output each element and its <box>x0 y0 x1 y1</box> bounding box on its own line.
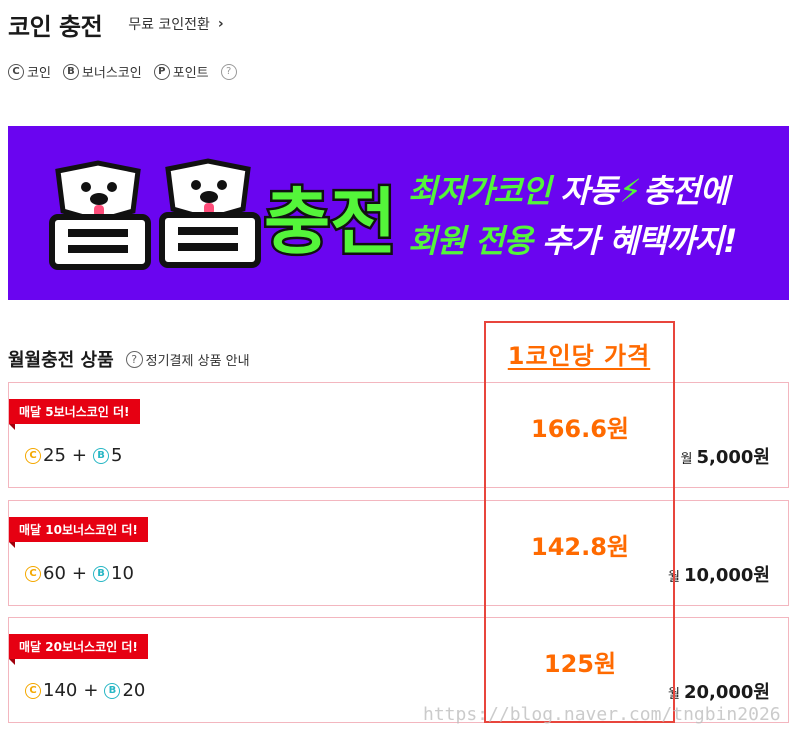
monthly-price-value: 10,000원 <box>683 565 770 586</box>
bonus-coin-icon: B <box>62 63 79 80</box>
monthly-charge-banner[interactable]: 충전 최저가코인 자동⚡충전에 회원 전용 추가 혜택까지! <box>8 126 789 300</box>
monthly-price-value: 5,000원 <box>696 447 771 468</box>
help-icon[interactable]: ? <box>125 350 143 368</box>
dog-face-icon <box>165 158 251 222</box>
banner-headline-1: 최저가코인 자동⚡충전에 <box>408 166 729 212</box>
page-header: 코인 충전 무료 코인전환 › <box>8 4 788 44</box>
coin-icon: C <box>25 682 41 699</box>
point-icon: P <box>153 63 170 80</box>
banner-text-member: 회원 전용 <box>408 222 533 260</box>
legend-help-icon[interactable]: ? <box>220 63 237 80</box>
banner-text-benefit: 추가 혜택까지! <box>542 222 737 260</box>
product-card[interactable]: 매달 10보너스코인 더! C 60 + B 10 142.8원 월 10,00… <box>8 500 789 606</box>
lightning-icon: ⚡ <box>619 172 641 210</box>
coin-legend: C 코인 B 보너스코인 P 포인트 ? <box>8 62 237 81</box>
legend-point: P 포인트 <box>153 62 209 81</box>
plus-sign: + <box>71 563 87 584</box>
banner-headline-2: 회원 전용 추가 혜택까지! <box>408 216 737 262</box>
free-coin-convert-link[interactable]: 무료 코인전환 › <box>128 14 224 34</box>
monthly-price-value: 20,000원 <box>683 682 770 703</box>
bonus-badge: 매달 10보너스코인 더! <box>9 517 148 548</box>
bonus-coin-count: 5 <box>111 445 123 466</box>
legend-bonus-label: 보너스코인 <box>81 66 142 81</box>
coin-icon: C <box>25 447 41 464</box>
coin-amount: C 140 + B 20 <box>25 680 145 701</box>
legend-coin-label: 코인 <box>27 66 51 81</box>
banner-logo-image: 충전 <box>49 158 399 270</box>
section-header: 월월충전 상품 ? 정기결제 상품 안내 <box>8 346 250 372</box>
bonus-coin-icon: B <box>104 682 121 699</box>
banner-text-charge: 충전에 <box>642 172 729 210</box>
plus-sign: + <box>83 680 99 701</box>
bonus-coin-count: 20 <box>122 680 146 701</box>
subscription-info-link[interactable]: 정기결제 상품 안내 <box>146 350 250 369</box>
legend-point-label: 포인트 <box>172 66 209 81</box>
coin-amount: C 25 + B 5 <box>25 445 122 466</box>
coin-count: 25 <box>43 445 66 466</box>
unit-price: 125원 <box>543 650 617 678</box>
monthly-label: 월 <box>668 687 680 702</box>
dog-face-icon <box>55 160 141 224</box>
coin-icon: C <box>25 565 41 582</box>
coin-count: 60 <box>43 563 66 584</box>
unit-price-column-label: 1코인당 가격 <box>507 342 651 370</box>
coin-count: 140 <box>43 680 78 701</box>
section-title: 월월충전 상품 <box>8 350 114 371</box>
legend-coin: C 코인 <box>8 62 51 81</box>
coin-amount: C 60 + B 10 <box>25 563 134 584</box>
banner-text-lowest-price: 최저가코인 <box>408 172 551 210</box>
unit-price-column-title: 1코인당 가격 <box>484 336 674 371</box>
page-title: 코인 충전 <box>8 12 103 41</box>
bonus-coin-icon: B <box>93 565 109 582</box>
monthly-price: 월 10,000원 <box>668 561 770 587</box>
coin-icon: C <box>8 63 24 80</box>
chevron-right-icon: › <box>217 16 224 32</box>
bonus-badge: 매달 20보너스코인 더! <box>9 634 148 665</box>
monthly-label: 월 <box>680 452 693 467</box>
free-coin-convert-label: 무료 코인전환 <box>128 17 210 33</box>
bonus-badge: 매달 5보너스코인 더! <box>9 399 140 430</box>
plus-sign: + <box>71 445 87 466</box>
banner-text-auto: 자동 <box>560 172 618 210</box>
monthly-price: 월 20,000원 <box>668 678 770 704</box>
monthly-label: 월 <box>668 570 680 585</box>
bonus-coin-count: 10 <box>111 563 134 584</box>
product-card[interactable]: 매달 5보너스코인 더! C 25 + B 5 166.6원 월 5,000원 <box>8 382 789 488</box>
legend-bonus: B 보너스코인 <box>62 62 142 81</box>
blog-watermark: https://blog.naver.com/tngbin2026 <box>423 704 781 725</box>
monthly-price: 월 5,000원 <box>681 443 770 469</box>
unit-price: 166.6원 <box>531 415 629 443</box>
bonus-coin-icon: B <box>93 447 109 464</box>
svg-text:충전: 충전 <box>264 180 396 264</box>
unit-price: 142.8원 <box>531 533 629 561</box>
